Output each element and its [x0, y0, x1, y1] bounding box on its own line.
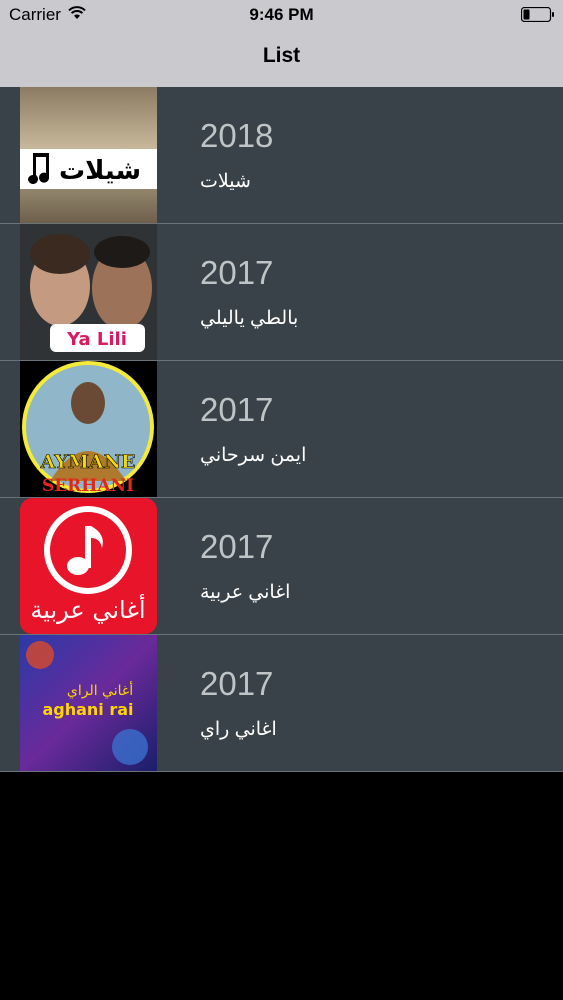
item-year: 2017: [200, 665, 274, 702]
thumbnail-image: أغاني عربية: [20, 498, 157, 634]
item-thumbnail: أغاني الراي aghani rai: [20, 635, 157, 771]
list-item[interactable]: Ya Lili 2017 بالطي ياليلي: [0, 224, 563, 361]
item-thumbnail: شيلات: [20, 87, 157, 223]
thumb-text-secondary: SERHANI: [42, 476, 134, 496]
thumbnail-image: شيلات: [20, 87, 157, 223]
thumb-text-secondary: aghani rai: [42, 700, 133, 719]
thumbnail-image: أغاني الراي aghani rai: [20, 635, 157, 771]
item-thumbnail: AYMANE SERHANI: [20, 361, 157, 497]
item-title: اغاني عربية: [200, 582, 291, 603]
item-year: 2018: [200, 117, 274, 154]
item-title: اغاني راي: [200, 719, 277, 740]
item-year: 2017: [200, 528, 274, 565]
list-item[interactable]: AYMANE SERHANI 2017 ايمن سرحاني: [0, 361, 563, 498]
item-title: ايمن سرحاني: [200, 445, 307, 466]
item-year: 2017: [200, 254, 274, 291]
list-item[interactable]: أغاني الراي aghani rai 2017 اغاني راي: [0, 635, 563, 772]
list-item[interactable]: أغاني عربية 2017 اغاني عربية: [0, 498, 563, 635]
item-thumbnail: أغاني عربية: [20, 498, 157, 634]
item-title: بالطي ياليلي: [200, 308, 299, 329]
thumb-text: أغاني عربية: [30, 594, 145, 624]
list-item[interactable]: شيلات 2018 شيلات: [0, 87, 563, 224]
item-title: شيلات: [200, 171, 251, 192]
status-bar: Carrier 9:46 PM: [0, 0, 563, 30]
thumb-text: شيلات: [59, 156, 141, 186]
item-thumbnail: Ya Lili: [20, 224, 157, 360]
thumb-text: Ya Lili: [66, 329, 127, 350]
item-list: شيلات 2018 شيلات Ya Lili 2017 بالطي يالي…: [0, 87, 563, 772]
thumbnail-image: AYMANE SERHANI: [20, 361, 157, 497]
thumb-text: أغاني الراي: [67, 681, 133, 699]
top-bar: Carrier 9:46 PM List: [0, 0, 563, 87]
item-year: 2017: [200, 391, 274, 428]
battery-icon: [521, 7, 554, 22]
thumb-text: AYMANE: [40, 451, 136, 473]
page-title: List: [262, 44, 301, 67]
status-time: 9:46 PM: [249, 5, 314, 24]
thumbnail-image: Ya Lili: [20, 224, 157, 360]
